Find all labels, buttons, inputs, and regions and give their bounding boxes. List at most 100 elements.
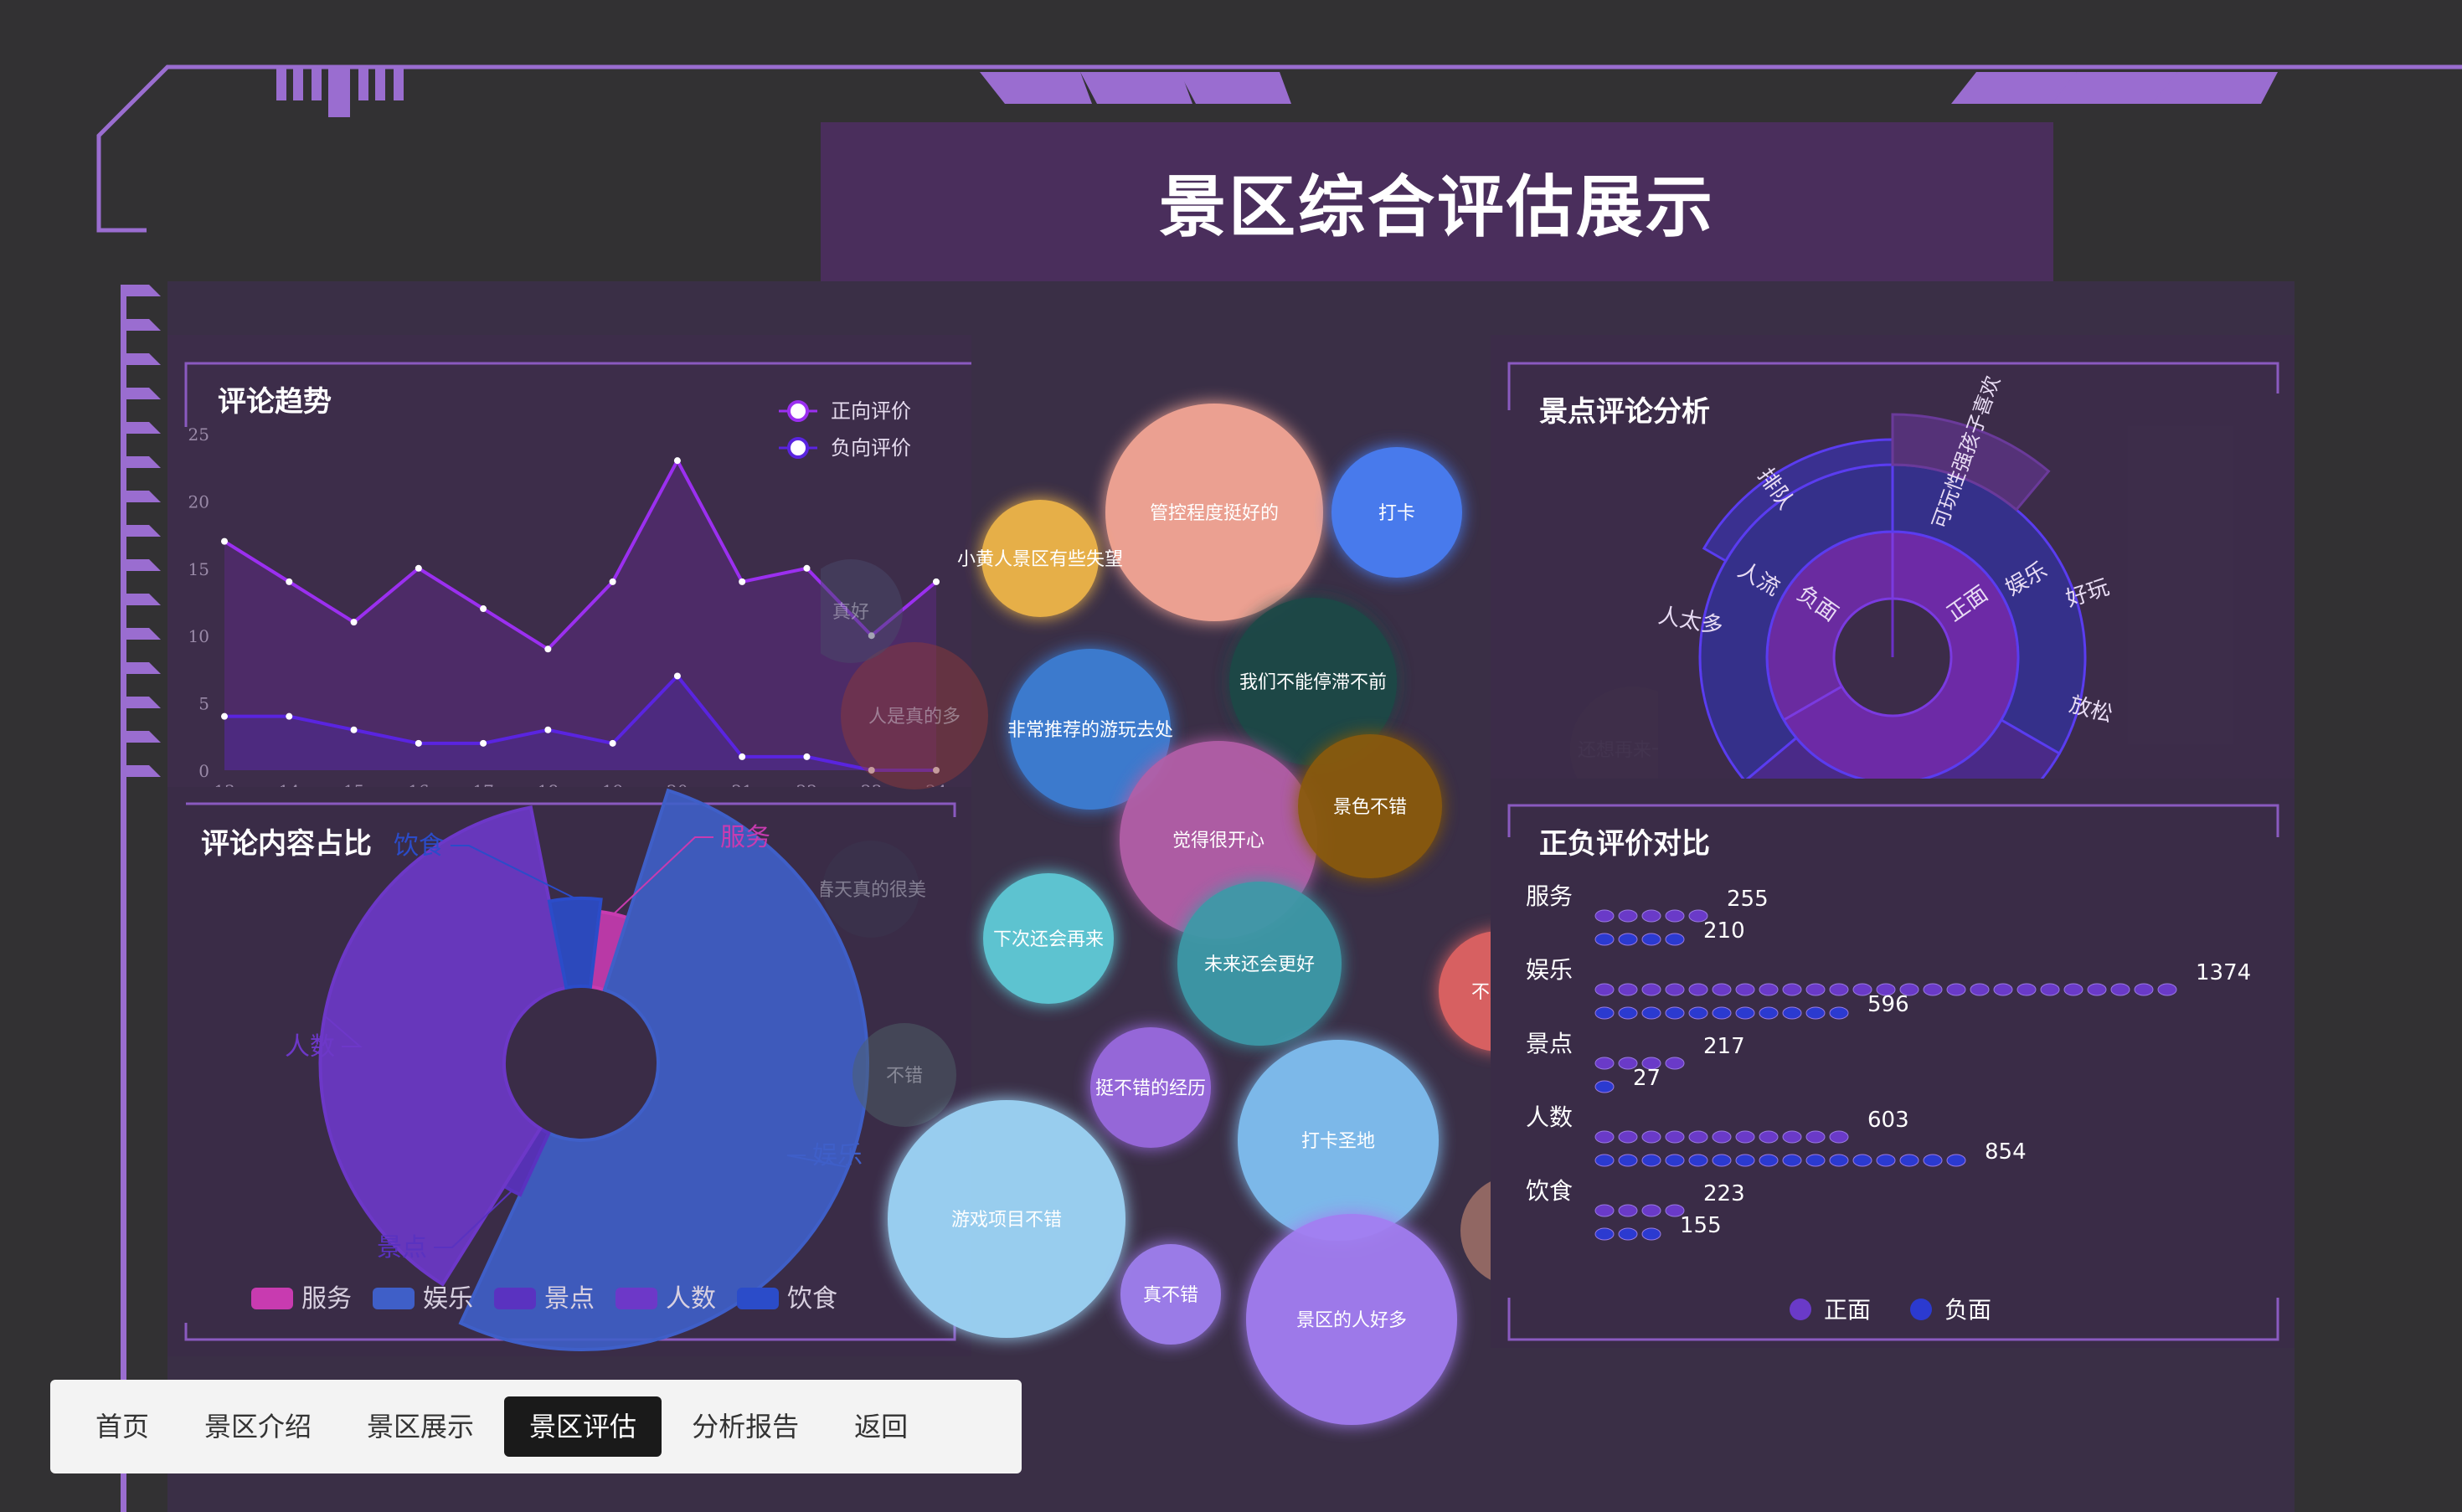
compare-bar-symbol [1993,983,2013,996]
trend-point [221,537,228,545]
compare-bar-symbol [1618,1154,1638,1167]
compare-bar-symbol [1618,1130,1638,1144]
nav-evaluation[interactable]: 景区评估 [504,1396,662,1457]
compare-bar-symbol [1665,1130,1685,1144]
compare-bar-symbol [1688,1130,1708,1144]
compare-bar-symbol [1970,983,1990,996]
compare-bar-symbol [1805,983,1826,996]
compare-bar-symbol [1735,1130,1755,1144]
trend-point [286,712,293,720]
ratio-legend-label: 景点 [544,1284,595,1314]
bubble: 打卡 [1331,447,1462,578]
trend-point [803,753,811,760]
compare-bar-symbol [1594,933,1615,946]
bubble-label: 景区的人好多 [1296,1310,1407,1331]
trend-legend-marker [787,400,809,422]
compare-value-label: 155 [1680,1213,1722,1238]
compare-bar-symbol [1805,1006,1826,1020]
compare-bar-symbol [1665,983,1685,996]
compare-bar-symbol [2087,983,2107,996]
trend-point [415,564,422,572]
compare-bar-symbol [1618,933,1638,946]
trend-x-tick: 22 [796,781,817,787]
trend-point [673,457,681,465]
trend-x-tick: 15 [343,781,364,787]
bubble-label: 挺不错的经历 [1095,1078,1206,1099]
nav-back[interactable]: 返回 [829,1396,933,1457]
nav-showcase[interactable]: 景区展示 [342,1396,499,1457]
trend-x-tick: 14 [279,781,300,787]
compare-bar-symbol [1688,983,1708,996]
ratio-legend-label: 娱乐 [423,1284,473,1314]
compare-bar-symbol [1923,983,1943,996]
bubble-label: 打卡 [1378,503,1415,524]
compare-value-label: 255 [1727,887,1769,912]
bubble: 真不错 [1120,1244,1221,1345]
trend-x-tick: 16 [408,781,429,787]
trend-point [803,564,811,572]
compare-bar-symbol [1594,909,1615,923]
trend-x-tick: 18 [538,781,559,787]
compare-category-label: 服务 [1526,882,1573,910]
compare-bar-symbol [1805,1130,1826,1144]
compare-value-label: 210 [1703,918,1745,944]
trend-point [350,619,358,626]
compare-bar-symbol [1618,1227,1638,1241]
compare-bar-symbol [2063,983,2083,996]
ratio-slice-label: 服务 [720,823,770,852]
compare-bar-symbol [1759,1130,1779,1144]
nav-report[interactable]: 分析报告 [667,1396,824,1457]
nav-home[interactable]: 首页 [70,1396,174,1457]
nav-intro[interactable]: 景区介绍 [179,1396,337,1457]
trend-point [221,712,228,720]
compare-bar-symbol [1829,1130,1849,1144]
compare-bar-symbol [1665,1057,1685,1070]
compare-bar-symbol [1923,1154,1943,1167]
bubble: 小黄人景区有些失望 [957,500,1123,617]
compare-bar-symbol [2157,983,2177,996]
trend-point [609,578,616,585]
ratio-legend-swatch [616,1288,657,1309]
trend-y-tick: 15 [188,559,209,579]
bubble-label: 未来还会更好 [1204,954,1315,975]
trend-y-tick: 20 [188,491,209,512]
trend-point [609,739,616,747]
bubble: 不错 [852,1023,956,1127]
bubble: 打卡圣地 [1238,1040,1439,1241]
compare-bar-symbol [1665,909,1685,923]
compare-legend-label: 负面 [1944,1296,1991,1324]
compare-bar-symbol [1735,983,1755,996]
ratio-legend-swatch [494,1288,536,1309]
trend-x-tick: 21 [731,781,752,787]
bubble-label: 游戏项目不错 [951,1210,1062,1231]
compare-bar-symbol [1782,1006,1802,1020]
ratio-legend-label: 人数 [666,1284,716,1314]
compare-bar-symbol [2134,983,2154,996]
compare-bar-symbol [1759,1154,1779,1167]
bubble-label: 下次还会再来 [993,929,1104,950]
frame-tick [126,456,161,468]
ratio-slice-label: 人数 [285,1032,335,1062]
compare-value-label: 603 [1867,1108,1909,1133]
analysis-panel: 景点评论分析 负面正面人流娱乐设施排队人太多可玩性强孩子喜欢好玩放松娱乐项目设施 [1491,335,2295,779]
compare-legend-marker [1790,1299,1811,1320]
compare-bar-symbol [1946,1154,1966,1167]
compare-bar-symbol [1641,1006,1661,1020]
bottom-nav: 首页 景区介绍 景区展示 景区评估 分析报告 返回 [50,1380,1022,1473]
compare-bar-symbol [1641,983,1661,996]
compare-bar-symbol [1665,1154,1685,1167]
bubble-label: 管控程度挺好的 [1150,503,1279,524]
compare-bar-symbol [1641,909,1661,923]
frame-tick [126,353,161,365]
compare-bar-symbol [1712,1006,1732,1020]
trend-point [673,672,681,680]
compare-category-label: 景点 [1526,1030,1573,1057]
frame-tick [126,697,161,708]
compare-bar-symbol [1641,1154,1661,1167]
trend-point [480,739,487,747]
compare-bar-symbol [1641,933,1661,946]
frame-tick [126,594,161,605]
compare-bar-symbol [1712,983,1732,996]
compare-frame [1507,804,2279,1341]
compare-bar-symbol [1782,1154,1802,1167]
